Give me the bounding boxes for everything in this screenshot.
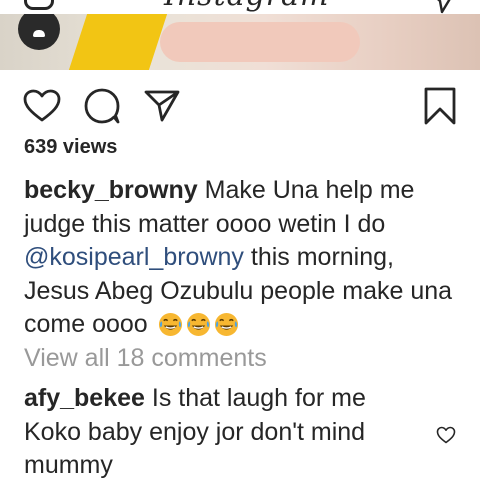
comment-username[interactable]: afy_bekee xyxy=(24,384,145,412)
post-caption: becky_browny Make Una help me judge this… xyxy=(24,174,464,342)
view-all-comments-link[interactable]: View all 18 comments xyxy=(24,344,267,373)
post-image[interactable] xyxy=(0,14,480,70)
photo-hand xyxy=(160,22,360,62)
heart-icon xyxy=(23,89,61,122)
bookmark-icon xyxy=(424,87,456,125)
caption-username[interactable]: becky_browny xyxy=(24,176,198,204)
like-button[interactable] xyxy=(20,84,64,128)
save-button[interactable] xyxy=(418,84,462,128)
view-count: 639 views xyxy=(24,136,118,158)
heart-outline-icon xyxy=(436,426,456,444)
direct-message-icon[interactable] xyxy=(428,0,456,14)
paper-plane-icon xyxy=(144,90,180,122)
share-button[interactable] xyxy=(140,84,184,128)
top-bar: Instagram xyxy=(0,0,480,14)
photo-toy xyxy=(68,14,168,70)
face-with-tears-of-joy-icon xyxy=(158,312,182,337)
comment-like-button[interactable] xyxy=(434,423,458,447)
camera-icon[interactable] xyxy=(24,0,54,10)
post-actions xyxy=(0,84,480,132)
face-with-tears-of-joy-icon xyxy=(186,312,210,337)
instagram-logo: Instagram xyxy=(164,0,329,13)
face-with-tears-of-joy-icon xyxy=(214,312,238,337)
comment-bubble-icon xyxy=(84,88,120,124)
comment-item: afy_bekee Is that laugh for me Koko baby… xyxy=(24,382,424,483)
comment-button[interactable] xyxy=(80,84,124,128)
caption-mention[interactable]: @kosipearl_browny xyxy=(24,243,244,271)
tagged-user-icon[interactable] xyxy=(18,14,60,50)
